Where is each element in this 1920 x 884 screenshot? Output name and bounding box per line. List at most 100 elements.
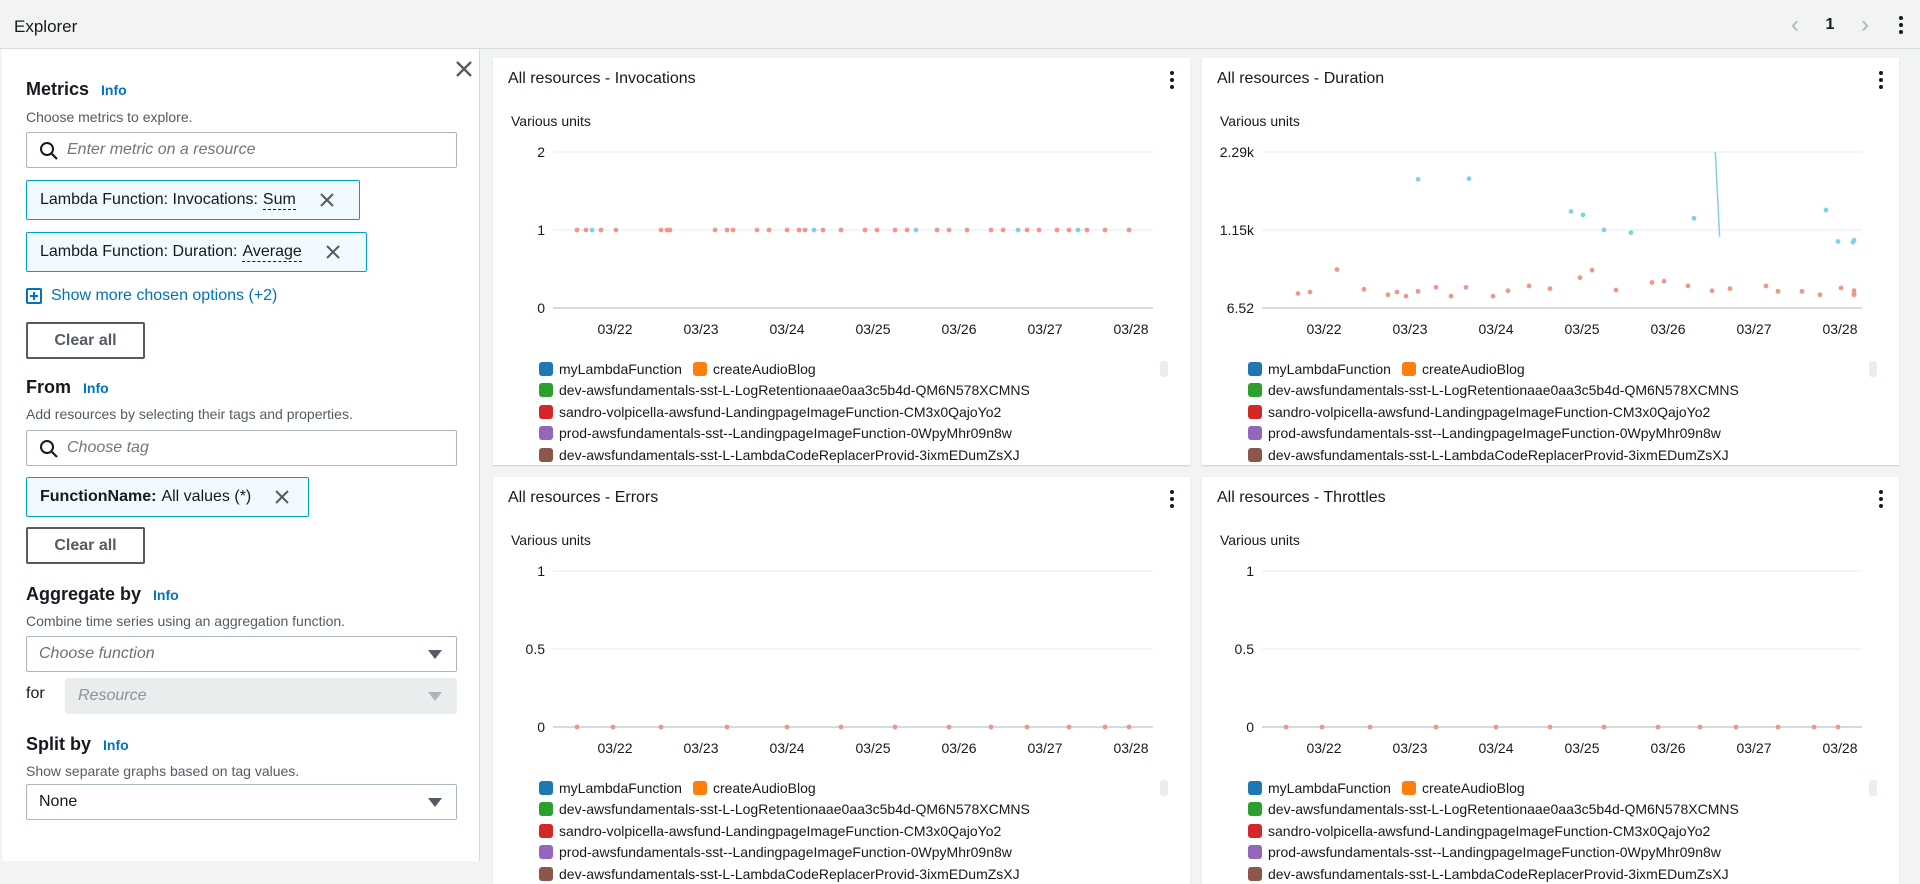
legend-item[interactable]: createAudioBlog: [1401, 361, 1525, 377]
series-line: [1714, 151, 1721, 237]
data-point: [964, 227, 970, 233]
data-point: [1126, 227, 1132, 233]
metric-search-input[interactable]: [67, 139, 447, 161]
chart-legend: myLambdaFunction createAudioBlog dev-awsfu…: [1248, 777, 1848, 884]
data-point: [1075, 227, 1081, 233]
metrics-info-link[interactable]: Info: [101, 82, 127, 98]
data-point: [820, 227, 826, 233]
legend-item[interactable]: dev-awsfundamentals-sst-L-LambdaCodeRepl…: [539, 447, 1020, 463]
data-point: [1015, 227, 1021, 233]
close-icon[interactable]: [452, 57, 476, 81]
data-point: [1851, 292, 1857, 298]
legend-item[interactable]: sandro-volpicella-awsfund-LandingpageIma…: [1248, 404, 1710, 420]
chart-legend: myLambdaFunction createAudioBlog dev-awsfu…: [539, 777, 1139, 884]
metric-stat-selector[interactable]: Average: [242, 243, 302, 262]
legend-item[interactable]: myLambdaFunction: [539, 780, 682, 796]
data-point: [874, 227, 880, 233]
legend-item[interactable]: myLambdaFunction: [1248, 361, 1391, 377]
chart-options-icon[interactable]: [1168, 69, 1176, 91]
data-point: [1685, 283, 1691, 289]
legend-item[interactable]: dev-awsfundamentals-sst-L-LogRetentionaa…: [1248, 382, 1739, 398]
aggregate-function-select[interactable]: Choose function: [26, 636, 457, 672]
y-tick-label: 1: [1246, 563, 1254, 579]
legend-item[interactable]: prod-awsfundamentals-sst--LandingpageIma…: [539, 425, 1012, 441]
legend-item[interactable]: sandro-volpicella-awsfund-LandingpageIma…: [539, 823, 1001, 839]
x-tick-label: 03/24: [769, 321, 804, 337]
split-by-select[interactable]: None: [26, 784, 457, 820]
data-point: [1024, 724, 1030, 730]
chart-plot-area[interactable]: 0 0.5 1 03/22 03/23 03/24 03/25 03/26 03/27 03/28: [493, 537, 1190, 777]
legend-scrollbar[interactable]: [1869, 361, 1877, 377]
data-point: [766, 227, 772, 233]
legend-scrollbar[interactable]: [1869, 780, 1877, 796]
chart-plot-area[interactable]: 6.52 1.15k 2.29k 03/22 03/23 03/24 03/25 03/26 0…: [1202, 118, 1899, 358]
aggregate-heading: Aggregate by Info: [26, 584, 179, 605]
from-info-link[interactable]: Info: [83, 380, 109, 396]
legend-item[interactable]: sandro-volpicella-awsfund-LandingpageIma…: [1248, 823, 1710, 839]
tag-search-input[interactable]: [67, 437, 447, 459]
more-options-icon[interactable]: [1882, 10, 1920, 40]
data-point: [1628, 230, 1634, 236]
legend-item[interactable]: dev-awsfundamentals-sst-L-LambdaCodeRepl…: [1248, 447, 1729, 463]
legend-item[interactable]: prod-awsfundamentals-sst--LandingpageIma…: [1248, 425, 1721, 441]
show-more-options-link[interactable]: Show more chosen options (+2): [26, 287, 277, 305]
legend-item[interactable]: myLambdaFunction: [1248, 780, 1391, 796]
legend-item[interactable]: createAudioBlog: [692, 780, 816, 796]
remove-token-icon[interactable]: [267, 478, 297, 516]
legend-item[interactable]: sandro-volpicella-awsfund-LandingpageIma…: [539, 404, 1001, 420]
next-page-button[interactable]: ›: [1848, 10, 1882, 40]
chart-title: All resources - Duration: [1217, 70, 1385, 87]
legend-item[interactable]: myLambdaFunction: [539, 361, 682, 377]
previous-page-button[interactable]: ‹: [1778, 10, 1812, 40]
split-info-link[interactable]: Info: [103, 737, 129, 753]
y-tick-label: 0: [1246, 719, 1254, 735]
data-point: [667, 227, 673, 233]
legend-item[interactable]: dev-awsfundamentals-sst-L-LogRetentionaa…: [539, 382, 1030, 398]
legend-label: prod-awsfundamentals-sst--LandingpageIma…: [559, 425, 1012, 442]
x-tick-label: 03/23: [683, 321, 718, 337]
data-point: [1066, 724, 1072, 730]
legend-item[interactable]: prod-awsfundamentals-sst--LandingpageIma…: [1248, 844, 1721, 860]
chart-panel: All resources - Errors Various units 0 0.5 1…: [493, 477, 1190, 884]
data-point: [598, 227, 604, 233]
data-point: [712, 227, 718, 233]
legend-item[interactable]: dev-awsfundamentals-sst-L-LogRetentionaa…: [539, 801, 1030, 817]
x-tick-label: 03/26: [941, 740, 976, 756]
for-label: for: [26, 685, 45, 702]
chart-plot-area[interactable]: 0 0.5 1 03/22 03/23 03/24 03/25 03/26 03/27 03/28: [1202, 537, 1899, 777]
metric-stat-selector[interactable]: Sum: [262, 191, 296, 210]
legend-item[interactable]: prod-awsfundamentals-sst--LandingpageIma…: [539, 844, 1012, 860]
legend-label: dev-awsfundamentals-sst-L-LambdaCodeRepl…: [1268, 865, 1729, 882]
legend-label: dev-awsfundamentals-sst-L-LogRetentionaa…: [1268, 382, 1739, 399]
x-tick-label: 03/25: [1564, 321, 1599, 337]
show-more-options-text: Show more chosen options (+2): [51, 287, 278, 304]
legend-scrollbar[interactable]: [1160, 780, 1168, 796]
legend-item[interactable]: dev-awsfundamentals-sst-L-LogRetentionaa…: [1248, 801, 1739, 817]
remove-token-icon[interactable]: [312, 181, 342, 219]
legend-item[interactable]: dev-awsfundamentals-sst-L-LambdaCodeRepl…: [539, 866, 1020, 882]
legend-item[interactable]: dev-awsfundamentals-sst-L-LambdaCodeRepl…: [1248, 866, 1729, 882]
aggregate-info-link[interactable]: Info: [153, 587, 179, 603]
legend-item[interactable]: createAudioBlog: [692, 361, 816, 377]
data-point: [811, 227, 817, 233]
y-tick-label: 2: [537, 144, 545, 160]
legend-scrollbar[interactable]: [1160, 361, 1168, 377]
remove-token-icon[interactable]: [318, 233, 348, 271]
legend-item[interactable]: createAudioBlog: [1401, 780, 1525, 796]
current-page-number[interactable]: 1: [1812, 16, 1848, 34]
metric-token-label: Lambda Function: Duration:: [40, 243, 238, 260]
data-point: [1361, 286, 1367, 292]
legend-swatch: [539, 361, 553, 376]
legend-swatch: [1248, 866, 1262, 881]
data-point: [1036, 227, 1042, 233]
y-tick-label: 1: [537, 222, 545, 238]
y-tick-label: 0.5: [526, 641, 546, 657]
from-clear-all-button[interactable]: Clear all: [26, 527, 145, 564]
chart-options-icon[interactable]: [1168, 488, 1176, 510]
from-heading: From Info: [26, 377, 109, 398]
chart-options-icon[interactable]: [1877, 488, 1885, 510]
metrics-clear-all-button[interactable]: Clear all: [26, 322, 145, 359]
x-tick-label: 03/25: [1564, 740, 1599, 756]
chart-options-icon[interactable]: [1877, 69, 1885, 91]
chart-plot-area[interactable]: 0 1 2 03/22 03/23 03/24 03/25 03/26 03/27 03/28: [493, 118, 1190, 358]
